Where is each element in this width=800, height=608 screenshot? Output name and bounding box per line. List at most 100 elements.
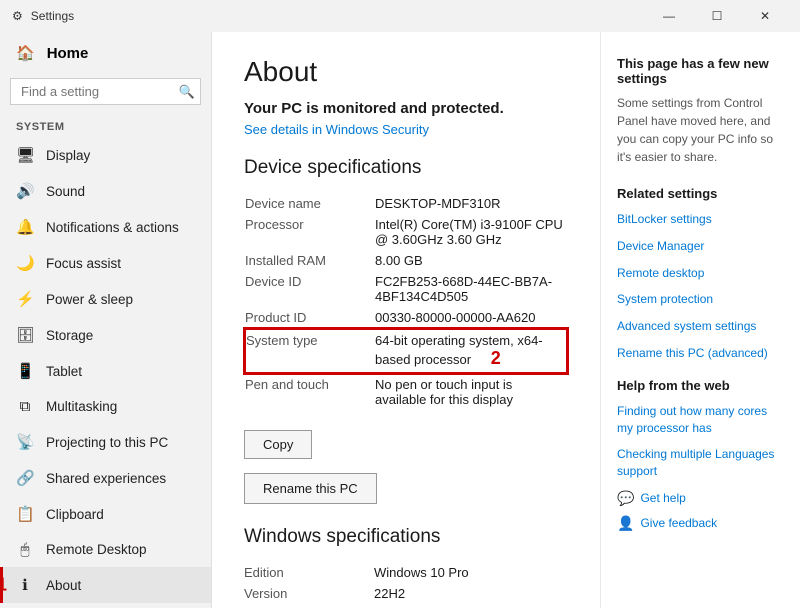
help-from-web-title: Help from the web [617, 378, 784, 393]
security-banner: Your PC is monitored and protected. [244, 100, 568, 117]
bitlocker-link[interactable]: BitLocker settings [617, 211, 784, 228]
clipboard-icon: 📋 [16, 505, 34, 523]
table-row: Processor Intel(R) Core(TM) i3-9100F CPU… [245, 214, 567, 250]
window-title: Settings [31, 9, 74, 23]
main-content: About Your PC is monitored and protected… [212, 32, 600, 608]
sidebar-label-tablet: Tablet [46, 364, 82, 379]
table-row: Version 22H2 [244, 583, 568, 604]
right-panel: This page has a few new settings Some se… [600, 32, 800, 608]
device-manager-link[interactable]: Device Manager [617, 238, 784, 255]
spec-label: Product ID [245, 307, 375, 329]
maximize-button[interactable]: ☐ [694, 0, 740, 32]
help-section: Help from the web Finding out how many c… [617, 378, 784, 532]
power-icon: ⚡ [16, 290, 34, 308]
right-panel-intro-desc: Some settings from Control Panel have mo… [617, 94, 784, 166]
about-icon: ℹ [16, 576, 34, 594]
sidebar-item-notifications[interactable]: 🔔 Notifications & actions [0, 209, 211, 245]
sidebar-item-remote[interactable]: 🖱 Remote Desktop [0, 532, 211, 567]
sidebar-item-display[interactable]: 🖥 Display [0, 137, 211, 173]
remote-desktop-link[interactable]: Remote desktop [617, 265, 784, 282]
system-type-row: System type 64-bit operating system, x64… [245, 329, 567, 373]
table-row: Pen and touch No pen or touch input is a… [245, 373, 567, 410]
app-container: 🏠 Home 🔍 System 🖥 Display 🔊 Sound 🔔 Noti… [0, 32, 800, 608]
home-label: Home [47, 45, 89, 62]
sidebar-label-multitasking: Multitasking [46, 399, 117, 414]
table-row: Edition Windows 10 Pro [244, 562, 568, 583]
right-panel-intro-title: This page has a few new settings [617, 56, 784, 86]
spec-value: 22H2 [374, 583, 568, 604]
sidebar-item-shared[interactable]: 🔗 Shared experiences [0, 460, 211, 496]
sidebar-item-storage[interactable]: 🗄 Storage [0, 317, 211, 353]
title-bar-controls: — ☐ ✕ [646, 0, 788, 32]
spec-value: No pen or touch input is available for t… [375, 373, 567, 410]
sidebar-label-remote: Remote Desktop [46, 542, 147, 557]
table-row: Product ID 00330-80000-00000-AA620 [245, 307, 567, 329]
give-feedback-label: Give feedback [640, 516, 717, 530]
spec-value: FC2FB253-668D-44EC-BB7A-4BF134C4D505 [375, 271, 567, 307]
sidebar-label-clipboard: Clipboard [46, 507, 104, 522]
table-row: Installed on 10/13/2020 [244, 604, 568, 608]
sidebar-label-shared: Shared experiences [46, 471, 166, 486]
spec-label: Installed on [244, 604, 374, 608]
rename-pc-button[interactable]: Rename this PC [244, 473, 377, 504]
remote-icon: 🖱 [16, 541, 34, 558]
get-help-icon: 💬 [617, 490, 634, 507]
table-row: Installed RAM 8.00 GB [245, 250, 567, 271]
languages-support-link[interactable]: Checking multiple Languages support [617, 446, 784, 480]
spec-label: Device name [245, 193, 375, 214]
sidebar: 🏠 Home 🔍 System 🖥 Display 🔊 Sound 🔔 Noti… [0, 32, 212, 608]
get-help-item[interactable]: 💬 Get help [617, 490, 784, 507]
sidebar-label-sound: Sound [46, 184, 85, 199]
spec-value: DESKTOP-MDF310R [375, 193, 567, 214]
rename-pc-advanced-link[interactable]: Rename this PC (advanced) [617, 345, 784, 362]
sound-icon: 🔊 [16, 182, 34, 200]
spec-value: Intel(R) Core(TM) i3-9100F CPU @ 3.60GHz… [375, 214, 567, 250]
spec-value: 10/13/2020 [374, 604, 568, 608]
system-section-label: System [0, 113, 211, 137]
sidebar-label-focus: Focus assist [46, 256, 121, 271]
search-button[interactable]: 🔍 [179, 84, 195, 100]
shared-icon: 🔗 [16, 469, 34, 487]
spec-value: Windows 10 Pro [374, 562, 568, 583]
sidebar-item-about[interactable]: ℹ About 1 [0, 567, 211, 603]
sidebar-label-storage: Storage [46, 328, 93, 343]
windows-specs-title: Windows specifications [244, 526, 568, 548]
storage-icon: 🗄 [16, 326, 34, 344]
system-protection-link[interactable]: System protection [617, 291, 784, 308]
sidebar-label-power: Power & sleep [46, 292, 133, 307]
spec-label: System type [245, 329, 375, 373]
security-link[interactable]: See details in Windows Security [244, 122, 429, 137]
sidebar-item-sound[interactable]: 🔊 Sound [0, 173, 211, 209]
spec-label: Edition [244, 562, 374, 583]
spec-value: 8.00 GB [375, 250, 567, 271]
related-settings-title: Related settings [617, 186, 784, 201]
badge-2: 2 [491, 348, 501, 368]
device-specs-title: Device specifications [244, 157, 568, 179]
close-button[interactable]: ✕ [742, 0, 788, 32]
give-feedback-item[interactable]: 👤 Give feedback [617, 515, 784, 532]
sidebar-item-tablet[interactable]: 📱 Tablet [0, 353, 211, 389]
processor-cores-link[interactable]: Finding out how many cores my processor … [617, 403, 784, 437]
sidebar-item-multitasking[interactable]: ⧉ Multitasking [0, 389, 211, 424]
sidebar-item-focus[interactable]: 🌙 Focus assist [0, 245, 211, 281]
sidebar-item-projecting[interactable]: 📡 Projecting to this PC [0, 424, 211, 460]
sidebar-home[interactable]: 🏠 Home [0, 32, 211, 74]
give-feedback-icon: 👤 [617, 515, 634, 532]
sidebar-item-power[interactable]: ⚡ Power & sleep [0, 281, 211, 317]
sidebar-label-about: About [46, 578, 81, 593]
spec-label: Device ID [245, 271, 375, 307]
sidebar-item-clipboard[interactable]: 📋 Clipboard [0, 496, 211, 532]
copy-device-button[interactable]: Copy [244, 430, 312, 459]
search-input[interactable] [10, 78, 201, 105]
settings-icon: ⚙ [12, 9, 23, 23]
minimize-button[interactable]: — [646, 0, 692, 32]
get-help-label: Get help [640, 491, 685, 505]
advanced-system-link[interactable]: Advanced system settings [617, 318, 784, 335]
spec-label: Version [244, 583, 374, 604]
table-row: Device ID FC2FB253-668D-44EC-BB7A-4BF134… [245, 271, 567, 307]
home-icon: 🏠 [16, 44, 35, 62]
tablet-icon: 📱 [16, 362, 34, 380]
spec-label: Pen and touch [245, 373, 375, 410]
spec-label: Processor [245, 214, 375, 250]
page-title: About [244, 56, 568, 88]
